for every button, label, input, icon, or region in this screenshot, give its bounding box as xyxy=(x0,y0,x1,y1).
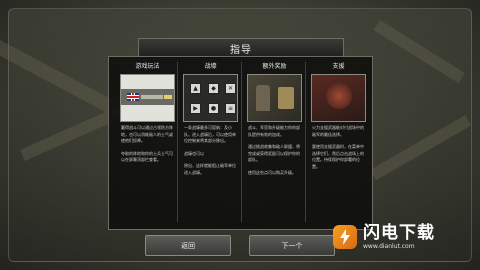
guide-column-bonus: 额外奖励 战斗、军官和升级能力你的部队提供有效的加成。 通过挑战收集和敌人联盟，… xyxy=(247,62,302,222)
column-divider xyxy=(305,62,306,222)
column-paragraph: 使用这些点可以购买升级。 xyxy=(248,169,296,175)
column-paragraph: 夺取的阵地和你的士兵士气可以在屏幕顶部栏查看。 xyxy=(121,150,173,163)
bars-icon: ≡ xyxy=(225,103,236,114)
morale-bar xyxy=(141,95,163,99)
column-heading: 额外奖励 xyxy=(262,63,287,70)
grenade-icon: ● xyxy=(208,103,219,114)
territory-bar xyxy=(164,95,172,99)
lightning-icon xyxy=(333,225,357,249)
column-heading: 战壕 xyxy=(204,63,217,70)
column-paragraph: 除出，这样就能阻止敌军单位进入战壕。 xyxy=(184,163,236,175)
column-paragraph: 战斗、军官和升级能力你的部队提供有效的加成。 xyxy=(248,125,300,137)
column-divider xyxy=(241,62,242,222)
column-paragraph: 赢得战斗可以通过占领防方阵地，也可以消耗敌人的士气或使他们投降。 xyxy=(121,125,173,144)
shield-icon: ◆ xyxy=(208,83,219,94)
column-paragraph: 火力支援武器能对付战场中的敌军的最佳选择。 xyxy=(312,125,364,137)
column-heading: 支援 xyxy=(332,63,345,70)
support-illustration xyxy=(311,74,366,122)
watermark-logo: 闪电下载 www.dianlut.com xyxy=(333,212,465,262)
trenches-illustration: ▲ ◆ ✕ ▶ ● ≡ xyxy=(183,74,238,122)
column-text: 火力支援武器能对付战场中的敌军的最佳选择。 要使用支援武器时，在菜单中选择它们，… xyxy=(311,125,366,171)
explosion-figure xyxy=(326,83,352,109)
bonus-illustration xyxy=(247,74,302,122)
guide-column-support: 支援 火力支援武器能对付战场中的敌军的最佳选择。 要使用支援武器时，在菜单中选择… xyxy=(311,62,366,222)
column-paragraph: 一条战壕最多可容纳：及小队。进入战壕后，可以使用单位控制来将其部分移出。 xyxy=(184,125,236,144)
flag-icon: ▶ xyxy=(190,103,201,114)
dialog-title: 指导 xyxy=(230,45,252,56)
column-text: 战斗、军官和升级能力你的部队提供有效的加成。 通过挑战收集和敌人联盟，将完成或获… xyxy=(247,125,302,177)
column-paragraph: 通过挑战收集和敌人联盟，将完成或获得奖励可以保护你的部队。 xyxy=(248,144,300,163)
column-heading: 游戏玩法 xyxy=(135,63,160,70)
medal-figure xyxy=(278,87,294,109)
dialog-title-bar: 指导 xyxy=(138,38,344,58)
column-divider xyxy=(177,62,178,222)
union-flag-icon xyxy=(127,93,139,101)
column-text: 一条战壕最多可容纳：及小队。进入战壕后，可以使用单位控制来将其部分移出。 战壕也… xyxy=(183,125,238,177)
watermark-name: 闪电下载 xyxy=(363,223,435,243)
column-text: 赢得战斗可以通过占领防方阵地，也可以消耗敌人的士气或使他们投降。 夺取的阵地和你… xyxy=(120,125,175,164)
watermark-url: www.dianlut.com xyxy=(363,243,415,250)
guide-column-trenches: 战壕 ▲ ◆ ✕ ▶ ● ≡ 一条战壕最多可容纳：及小队。进入战壕后，可以使用单… xyxy=(183,62,238,222)
back-button[interactable]: 返回 xyxy=(145,235,231,256)
column-paragraph: 要使用支援武器时，在菜单中选择它们，然后点击战场上的位置。持续保护你部署的位置。 xyxy=(312,144,364,169)
column-paragraph: 战壕也可以 xyxy=(184,150,204,156)
close-icon: ✕ xyxy=(225,83,236,94)
gameplay-illustration xyxy=(120,74,175,122)
officer-figure xyxy=(256,85,270,111)
guide-column-gameplay: 游戏玩法 赢得战斗可以通过占领防方阵地，也可以消耗敌人的士气或使他们投降。 夺取… xyxy=(120,62,175,222)
next-button[interactable]: 下一个 xyxy=(249,235,335,256)
soldier-icon: ▲ xyxy=(190,83,201,94)
